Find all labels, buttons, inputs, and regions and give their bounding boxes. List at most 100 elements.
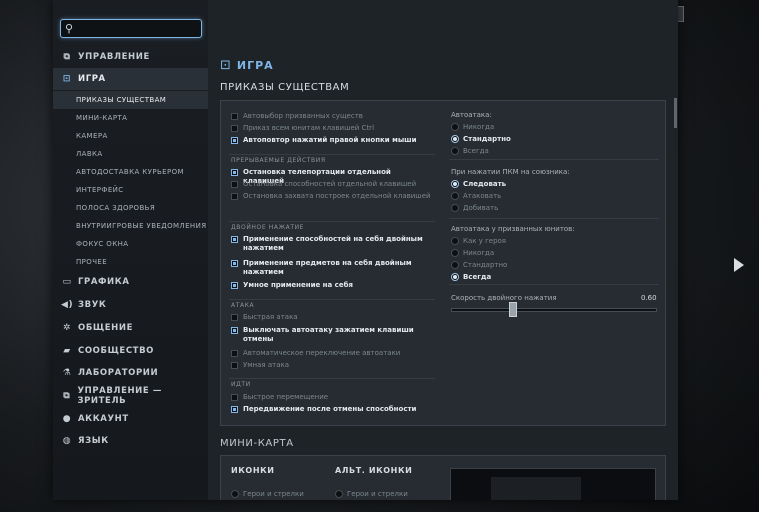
checkbox-option[interactable]: Быстрое перемещение	[231, 393, 431, 402]
checkbox-label: Приказ всем юнитам клавишей Ctrl	[243, 124, 375, 132]
sidebar-subitem[interactable]: АВТОДОСТАВКА КУРЬЕРОМ	[53, 163, 208, 181]
minimap-title: МИНИ-КАРТА	[220, 438, 294, 449]
social-icon: ✲	[62, 323, 72, 333]
radio-option[interactable]: Всегда	[451, 147, 489, 155]
language-icon: ◍	[62, 436, 72, 446]
checkbox-option[interactable]: Применение предметов на себя двойным наж…	[231, 259, 431, 277]
checkbox-checked-icon	[231, 327, 238, 334]
radio-label: Всегда	[463, 147, 489, 155]
checkbox-checked-icon	[231, 236, 238, 243]
radio-label: Атаковать	[463, 192, 502, 200]
sidebar-item-sound[interactable]: ◀) ЗВУК	[53, 294, 208, 316]
minimap-preview	[450, 468, 656, 500]
checkbox-option[interactable]: Умное применение на себя	[231, 281, 431, 290]
section-title: ИГРА	[236, 59, 274, 72]
radio-option[interactable]: Следовать	[451, 180, 506, 188]
sidebar-subitem[interactable]: КАМЕРА	[53, 127, 208, 145]
sidebar-subitem[interactable]: ЛАВКА	[53, 145, 208, 163]
checkbox-option[interactable]: Передвижение после отмены способности	[231, 405, 431, 414]
settings-panel: ⚲ ⧉ УПРАВЛЕНИЕ ⊡ ИГРА ▭ ГРАФИКА ◀) ЗВУК ✲ ОБЩЕНИЕ…	[53, 0, 678, 500]
rmb-label: При нажатии ПКМ на союзника:	[451, 168, 570, 176]
checkbox-option[interactable]: Остановка способностей отдельной клавише…	[231, 180, 431, 189]
sidebar-item-label: ЯЗЫК	[78, 436, 109, 446]
radio-option[interactable]: Стандартно	[451, 261, 507, 269]
checkbox-option[interactable]: Быстрая атака	[231, 313, 431, 322]
unit-orders-box: ПРЕРЫВАЕМЫЕ ДЕЙСТВИЯ ДВОЙНОЕ НАЖАТИЕ АТА…	[220, 100, 666, 426]
checkbox-label: Применение способностей на себя двойным …	[243, 235, 423, 252]
radio-option[interactable]: Добивать	[451, 204, 498, 212]
sidebar-item-community[interactable]: ▰ СООБЩЕСТВО	[53, 340, 208, 362]
sidebar-item-label: ГРАФИКА	[78, 277, 130, 287]
subsection-title: ПРИКАЗЫ СУЩЕСТВАМ	[220, 82, 350, 93]
sidebar-subitem[interactable]: ФОКУС ОКНА	[53, 235, 208, 253]
minimap-box: ИКОНКИ АЛЬТ. ИКОНКИ Герои и стрелки Геро…	[220, 455, 666, 500]
sidebar-item-label: ОБЩЕНИЕ	[78, 323, 134, 333]
checkbox-label: Автоматическое переключение автоатаки	[243, 349, 401, 357]
scrollbar[interactable]	[674, 98, 677, 128]
radio-label: Следовать	[463, 180, 507, 188]
checkbox-unchecked-icon	[231, 394, 238, 401]
divider	[449, 284, 659, 285]
radio-selected-icon	[451, 273, 459, 281]
sidebar-item-spectator[interactable]: ⧉ УПРАВЛЕНИЕ — ЗРИТЕЛЬ	[53, 385, 208, 407]
controls-icon: ⧉	[63, 52, 71, 62]
radio-option[interactable]: Никогда	[451, 123, 494, 131]
category-move: ИДТИ	[231, 381, 251, 388]
checkbox-option[interactable]: Остановка захвата построек отдельной кла…	[231, 192, 431, 201]
sidebar-subitem[interactable]: ИНТЕРФЕЙС	[53, 181, 208, 199]
divider	[229, 221, 435, 222]
radio-option[interactable]: Всегда	[451, 273, 491, 281]
sidebar-item-account[interactable]: ● АККАУНТ	[53, 408, 208, 430]
sidebar-item-social[interactable]: ✲ ОБЩЕНИЕ	[53, 317, 208, 339]
search-input[interactable]: ⚲	[60, 19, 202, 38]
checkbox-unchecked-icon	[231, 125, 238, 132]
radio-option[interactable]: Никогда	[451, 249, 494, 257]
checkbox-unchecked-icon	[231, 181, 238, 188]
sidebar-subitem[interactable]: ПРИКАЗЫ СУЩЕСТВАМ	[53, 91, 208, 109]
checkbox-option[interactable]: Автовыбор призванных существ	[231, 112, 431, 121]
divider	[229, 378, 435, 379]
section-header: ⊡ ИГРА	[220, 58, 274, 73]
icons-option[interactable]: Герои и стрелки	[231, 490, 304, 498]
radio-icon	[451, 261, 459, 269]
checkbox-option[interactable]: Применение способностей на себя двойным …	[231, 235, 431, 253]
sidebar-item-labs[interactable]: ⚗ ЛАБОРАТОРИИ	[53, 362, 208, 384]
alt-icons-column-title: АЛЬТ. ИКОНКИ	[335, 466, 413, 475]
double-speed-slider-handle[interactable]	[509, 302, 517, 317]
category-double: ДВОЙНОЕ НАЖАТИЕ	[231, 224, 305, 231]
sidebar-item-controls[interactable]: ⧉ УПРАВЛЕНИЕ	[53, 46, 208, 68]
checkbox-checked-icon	[231, 260, 238, 267]
radio-option[interactable]: Стандартно	[451, 135, 511, 143]
autoattack-label: Автоатака:	[451, 111, 492, 119]
double-speed-slider[interactable]	[451, 308, 657, 312]
sidebar-subitem[interactable]: ПРОЧЕЕ	[53, 253, 208, 271]
checkbox-option[interactable]: Приказ всем юнитам клавишей Ctrl	[231, 124, 431, 133]
checkbox-option[interactable]: Автоматическое переключение автоатаки	[231, 349, 431, 358]
radio-icon	[451, 123, 459, 131]
radio-label: Как у героя	[463, 237, 507, 245]
sidebar-item-graphics[interactable]: ▭ ГРАФИКА	[53, 271, 208, 293]
sidebar-subitem[interactable]: ВНУТРИИГРОВЫЕ УВЕДОМЛЕНИЯ	[53, 217, 208, 235]
radio-option[interactable]: Как у героя	[451, 237, 506, 245]
checkbox-label: Автоповтор нажатий правой кнопки мыши	[243, 136, 417, 144]
checkbox-option[interactable]: Выключать автоатаку зажатием клавиши отм…	[231, 326, 431, 344]
radio-option[interactable]: Атаковать	[451, 192, 501, 200]
game-icon: ⊡	[62, 74, 72, 84]
checkbox-option[interactable]: Умная атака	[231, 361, 431, 370]
radio-icon	[451, 204, 459, 212]
checkbox-checked-icon	[231, 406, 238, 413]
sidebar-subitem[interactable]: ПОЛОСА ЗДОРОВЬЯ	[53, 199, 208, 217]
sidebar-subitem[interactable]: МИНИ-КАРТА	[53, 109, 208, 127]
category-attack: АТАКА	[231, 302, 255, 309]
sidebar-item-label: ИГРА	[78, 74, 106, 84]
double-speed-label: Скорость двойного нажатия	[451, 294, 557, 302]
checkbox-option[interactable]: Автоповтор нажатий правой кнопки мыши	[231, 136, 431, 145]
checkbox-unchecked-icon	[231, 113, 238, 120]
sidebar-item-game[interactable]: ⊡ ИГРА	[53, 68, 208, 90]
checkbox-unchecked-icon	[231, 362, 238, 369]
sidebar-item-language[interactable]: ◍ ЯЗЫК	[53, 430, 208, 452]
minimap-preview-inner	[491, 477, 581, 500]
divider	[229, 299, 435, 300]
alt-icons-option[interactable]: Герои и стрелки	[335, 490, 408, 498]
category-interrupt: ПРЕРЫВАЕМЫЕ ДЕЙСТВИЯ	[231, 157, 326, 164]
